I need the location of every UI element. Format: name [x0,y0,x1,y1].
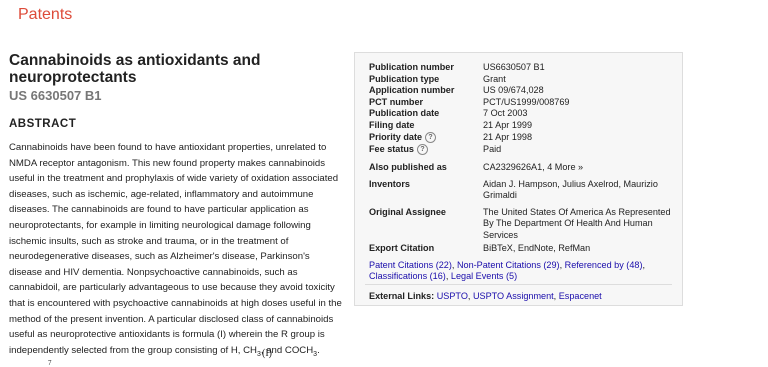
separator: , [642,260,646,270]
publication-type-value: Grant [483,73,506,84]
fee-status-label-wrap: Fee status? [369,144,481,156]
priority-date-label: Priority date [369,132,423,142]
publication-number-label: Publication number [369,62,454,72]
classifications-link[interactable]: Classifications (16) [369,271,446,281]
uspto-link[interactable]: USPTO [437,291,468,301]
application-number-value: US 09/674,028 [483,85,544,95]
formula-label: (I) [262,348,272,359]
inventors-label: Inventors [369,179,410,189]
pct-number-value: PCT/US1999/008769 [483,96,570,107]
filing-date-value: 21 Apr 1999 [483,120,533,130]
inventors-links[interactable]: Aidan J. Hampson, Julius Axelrod, Mauriz… [483,179,676,202]
espacenet-link[interactable]: Espacenet [559,291,602,301]
external-links: External Links: USPTO, USPTO Assignment,… [369,291,602,301]
pct-number-label: PCT number [369,96,424,107]
original-assignee-label: Original Assignee [369,207,446,217]
export-citation-label: Export Citation [369,243,435,253]
legal-events-link[interactable]: Legal Events (5) [451,271,517,281]
patent-title: Cannabinoids as antioxidants and neuropr… [9,52,261,86]
abstract-heading: ABSTRACT [9,118,77,130]
publication-type-label: Publication type [369,73,440,84]
non-patent-citations-link[interactable]: Non-Patent Citations (29) [457,260,560,270]
referenced-by-link[interactable]: Referenced by (48) [565,260,643,270]
export-citation-links[interactable]: BiBTeX, EndNote, RefMan [483,243,676,254]
patent-metadata-panel: Publication number US6630507 B1 Publicat… [354,52,683,306]
help-icon[interactable]: ? [416,144,428,156]
patent-citations-link[interactable]: Patent Citations (22) [369,260,452,270]
fee-status-label: Fee status [369,144,414,154]
panel-divider [365,284,672,285]
patents-brand-link[interactable]: Patents [18,6,72,24]
priority-date-label-wrap: Priority date? [369,132,481,144]
also-published-link[interactable]: CA2329626A1, 4 More » [483,162,676,173]
publication-number-value: US6630507 B1 [483,62,545,72]
priority-date-value: 21 Apr 1998 [483,132,533,142]
application-number-label: Application number [369,85,455,95]
publication-date-label: Publication date [369,108,440,118]
abstract-text: Cannabinoids have been found to have ant… [9,142,342,358]
patent-number: US 6630507 B1 [9,88,102,103]
uspto-assignment-link[interactable]: USPTO Assignment [473,291,554,301]
publication-date-value: 7 Oct 2003 [483,108,528,118]
citation-links: Patent Citations (22), Non-Patent Citati… [369,260,669,283]
fee-status-value: Paid [483,144,502,154]
also-published-label: Also published as [369,162,447,172]
external-links-label: External Links: [369,291,435,301]
help-icon[interactable]: ? [425,132,437,144]
original-assignee-link[interactable]: The United States Of America As Represen… [483,207,676,241]
formula-fragment: 7 [48,359,52,367]
filing-date-label: Filing date [369,120,415,130]
